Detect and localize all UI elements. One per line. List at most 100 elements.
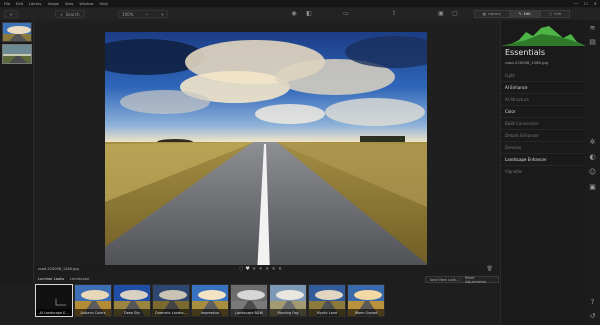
filter-light[interactable]: Light <box>505 73 515 78</box>
divider <box>501 165 586 166</box>
tab-edit[interactable]: ✎ Edit <box>509 10 540 18</box>
road-thumbnail <box>3 23 31 41</box>
divider <box>501 105 586 106</box>
edit-icon: ✎ <box>518 12 522 16</box>
professional-icon[interactable]: ▣ <box>588 183 597 192</box>
tab-info-label: Info <box>554 12 561 16</box>
look-label: AI Landscape E... <box>36 309 72 316</box>
look-label: Mystic Land <box>309 309 345 316</box>
divider <box>501 141 586 142</box>
looks-tab-luminar[interactable]: Luminar Looks <box>38 277 64 281</box>
look-label: Morning Fog <box>270 309 306 316</box>
window-controls: — ☐ ✕ <box>574 1 597 6</box>
look-label: Impressive <box>192 309 228 316</box>
look-ai-landscape[interactable]: AI Landscape E... <box>35 284 73 317</box>
look-morning-fog[interactable]: Morning Fog <box>269 284 307 317</box>
zoom-in-button[interactable]: + <box>161 12 164 17</box>
favorite-heart-icon[interactable]: ♥ <box>245 266 249 272</box>
look-label: Deep Sky <box>114 309 150 316</box>
tab-library-label: Library <box>488 12 501 16</box>
search-button[interactable]: ⌕ Search <box>55 10 85 18</box>
info-icon: ⓘ <box>548 11 553 16</box>
divider <box>501 81 586 82</box>
menu-image[interactable]: Image <box>48 2 59 6</box>
star-icon[interactable]: ★ <box>278 266 282 272</box>
eye-icon[interactable]: ◉ <box>290 10 298 18</box>
menu-bar: File Edit Library Image View Window Help <box>0 0 600 7</box>
star-icon[interactable]: ★ <box>258 266 262 272</box>
tab-edit-label: Edit <box>523 12 531 16</box>
filter-details-enhancer[interactable]: Details Enhancer <box>505 133 539 138</box>
add-label: + <box>9 11 13 17</box>
looks-strip: AI Landscape E... Autumn Colors Deep Sky… <box>35 284 499 319</box>
look-deep-sky[interactable]: Deep Sky <box>113 284 151 317</box>
close-icon[interactable]: ✕ <box>594 1 597 6</box>
history-icon[interactable]: ↺ <box>588 312 597 321</box>
edit-panel: Essentials road-220058_1280.jpg Light AI… <box>500 20 586 325</box>
look-landscape-bw[interactable]: Landscape B&W <box>230 284 268 317</box>
filter-vignette[interactable]: Vignette <box>505 169 522 174</box>
look-dramatic-landscape[interactable]: Dramatic Landsc... <box>152 284 190 317</box>
looks-tab-landscape[interactable]: Landscape <box>70 277 89 281</box>
trash-icon[interactable]: 🗑 <box>487 266 493 272</box>
single-view-icon[interactable]: ▣ <box>437 10 445 18</box>
canvas-icon[interactable]: ▤ <box>588 38 597 47</box>
zoom-label: 100% <box>122 11 134 17</box>
portrait-face-icon[interactable]: ☺ <box>588 168 597 177</box>
look-label: Warm Sunset <box>348 309 384 316</box>
divider <box>501 93 586 94</box>
filter-color[interactable]: Color <box>505 109 515 114</box>
save-new-look-button[interactable]: Save New Look... <box>425 276 465 283</box>
road-thumbnail <box>3 45 31 63</box>
filmstrip-thumb[interactable] <box>2 22 32 42</box>
tab-info[interactable]: ⓘ Info <box>539 10 570 18</box>
minimize-icon[interactable]: — <box>574 1 578 6</box>
filter-ai-enhance[interactable]: AI Enhance <box>505 85 527 90</box>
current-filename: road-220058_1280.jpg <box>38 267 79 271</box>
maximize-icon[interactable]: ☐ <box>584 1 588 6</box>
look-label: Dramatic Landsc... <box>153 309 189 316</box>
status-row: road-220058_1280.jpg ○ ♥ ★ ★ ★ ★ ★ 🗑 <box>35 265 499 274</box>
menu-view[interactable]: View <box>65 2 74 6</box>
tab-library[interactable]: ▦ Library <box>473 10 510 18</box>
filter-ai-structure[interactable]: AI Structure <box>505 97 529 102</box>
crop-icon[interactable]: ▭ <box>342 10 350 18</box>
add-photos-button[interactable]: + <box>4 10 18 18</box>
library-icon: ▦ <box>482 12 487 16</box>
divider <box>501 117 586 118</box>
mode-tabs: ▦ Library ✎ Edit ⓘ Info <box>473 10 570 18</box>
filter-denoise[interactable]: Denoise <box>505 145 521 150</box>
star-icon[interactable]: ★ <box>265 266 269 272</box>
menu-help[interactable]: Help <box>100 2 108 6</box>
zoom-control[interactable]: 100% − + <box>118 10 168 18</box>
look-label: Landscape B&W <box>231 309 267 316</box>
menu-window[interactable]: Window <box>79 2 93 6</box>
help-icon[interactable]: ? <box>588 298 597 307</box>
main-photo[interactable] <box>105 32 427 274</box>
look-autumn-colors[interactable]: Autumn Colors <box>74 284 112 317</box>
menu-file[interactable]: File <box>4 2 10 6</box>
star-icon[interactable]: ★ <box>271 266 275 272</box>
grid-view-icon[interactable]: ▢ <box>451 10 459 18</box>
filter-bw-conversion[interactable]: B&W Conversion <box>505 121 539 126</box>
look-warm-sunset[interactable]: Warm Sunset <box>347 284 385 317</box>
zoom-out-button[interactable]: − <box>145 12 148 17</box>
star-icon[interactable]: ★ <box>252 266 256 272</box>
filter-landscape-enhancer[interactable]: Landscape Enhancer <box>505 157 547 162</box>
tool-icon-strip: ≋ ▤ ☼ ◐ ☺ ▣ ? ↺ <box>585 20 600 325</box>
road-photo <box>105 32 427 274</box>
layers-icon[interactable]: ≋ <box>588 24 597 33</box>
menu-library[interactable]: Library <box>29 2 42 6</box>
share-icon[interactable]: ⇪ <box>390 10 398 18</box>
search-label: Search <box>65 11 80 17</box>
reject-flag-icon[interactable]: ○ <box>239 266 243 272</box>
essentials-sun-icon[interactable]: ☼ <box>588 138 597 147</box>
look-mystic-land[interactable]: Mystic Land <box>308 284 346 317</box>
filmstrip-thumb[interactable] <box>2 44 32 64</box>
histogram <box>501 26 586 46</box>
reset-adjustments-button[interactable]: Reset Adjustments <box>460 276 499 284</box>
creative-palette-icon[interactable]: ◐ <box>588 153 597 162</box>
menu-edit[interactable]: Edit <box>16 2 23 6</box>
look-impressive[interactable]: Impressive <box>191 284 229 317</box>
compare-icon[interactable]: ◧ <box>305 10 313 18</box>
